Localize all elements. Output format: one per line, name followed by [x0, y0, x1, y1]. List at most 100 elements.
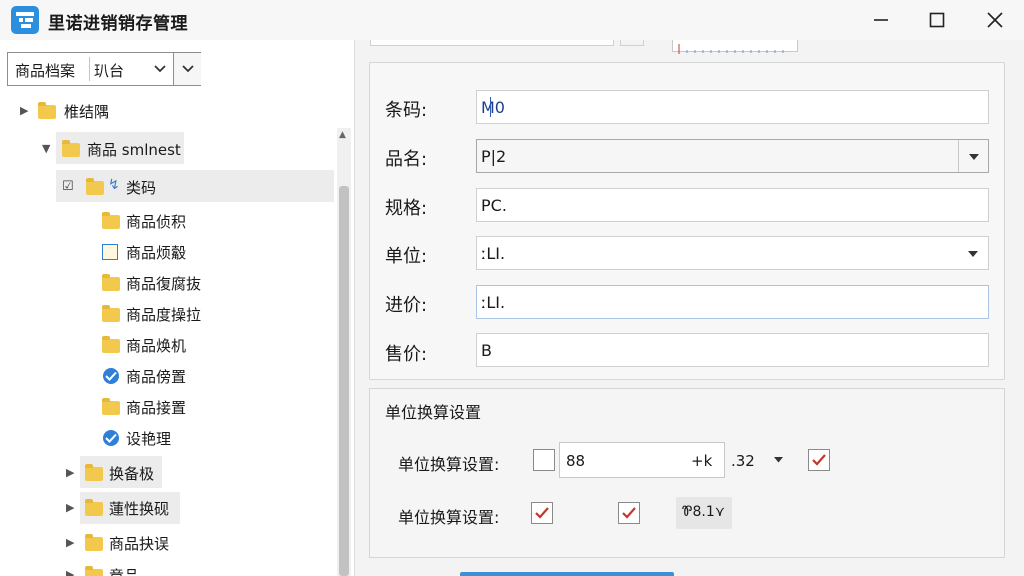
folder-icon [38, 102, 56, 119]
maximize-button[interactable] [905, 0, 969, 40]
tree-node[interactable]: 商品度操拉 [0, 299, 337, 329]
chevron-down-icon [182, 65, 194, 73]
sale-price-field[interactable]: B [476, 333, 989, 367]
blue-check-icon [103, 430, 119, 446]
folder-icon [85, 534, 103, 551]
tree-node-label: 设艳理 [126, 430, 172, 448]
folder-icon [86, 178, 104, 195]
collapse-arrow-icon[interactable]: ▼ [42, 142, 50, 155]
conversion-row2-option-checkbox[interactable] [618, 502, 640, 524]
sale-price-label: 售价: [385, 344, 428, 365]
primary-action-button[interactable] [460, 572, 674, 576]
expand-arrow-icon[interactable]: ▶ [20, 104, 28, 117]
category-combo[interactable]: 商品档案 玐台 [7, 52, 201, 86]
expand-arrow-icon[interactable]: ▶ [66, 536, 74, 549]
tree-node[interactable]: 商品傍置 [0, 361, 337, 391]
tree-node-label: 商品接置 [126, 399, 187, 417]
combo-dropdown-button[interactable] [173, 53, 201, 85]
app-window: 里诺进销销存管理 商品档案 玐台 ▶ 椎结隅 ▼ 商品 smlnest ☑ ↯ … [0, 0, 1024, 576]
checkmark-icon [812, 454, 826, 466]
chevron-down-icon[interactable] [773, 456, 784, 464]
close-button[interactable] [963, 0, 1024, 40]
barcode-label: 条码: [385, 100, 428, 121]
maximize-icon [929, 12, 945, 28]
category-tree: ▶ 椎结隅 ▼ 商品 smlnest ☑ ↯ 类码 商品侦积 商品烦觳 商品復腐… [0, 90, 337, 576]
tree-node[interactable]: ▶ 换备极 [0, 458, 337, 488]
folder-icon [85, 464, 103, 481]
unit-conversion-title: 单位换算设置 [385, 403, 482, 422]
barcode-field[interactable]: M0 [476, 90, 989, 124]
tree-node-label: 商品抉误 [109, 535, 170, 553]
conversion-rate-text: .32 [731, 452, 755, 470]
conversion-row1-enabled-checkbox[interactable] [808, 449, 830, 471]
sort-icon: ↯ [108, 177, 120, 193]
tree-node[interactable]: ▶ 椎结隅 [0, 96, 337, 126]
conversion-row1-label: 单位换算设置: [398, 455, 500, 474]
conversion-row2-checkbox[interactable] [531, 502, 553, 524]
checkmark-icon [535, 507, 549, 519]
cost-price-value: ːLI. [481, 293, 506, 312]
spec-field[interactable]: PC. [476, 188, 989, 222]
scroll-up-icon[interactable]: ▲ [339, 130, 346, 140]
toolbar-field [620, 40, 644, 46]
checkmark-icon [622, 507, 636, 519]
conversion-row1-checkbox[interactable] [533, 449, 555, 471]
tree-node[interactable]: 设艳理 [0, 423, 337, 453]
toolbar-field [370, 40, 614, 46]
minimize-button[interactable] [849, 0, 913, 40]
cost-price-field[interactable]: ːLI. [476, 285, 989, 319]
chevron-down-icon [968, 251, 978, 257]
conversion-row2-label: 单位换算设置: [398, 508, 500, 527]
scrollbar-thumb[interactable] [339, 186, 349, 576]
app-logo-icon [11, 6, 39, 34]
product-name-select[interactable]: P|2 [476, 139, 989, 173]
folder-icon [102, 274, 120, 291]
tree-node-label: 商品傍置 [126, 368, 187, 386]
tree-node[interactable]: 商品復腐抜 [0, 268, 337, 298]
blue-check-icon [103, 368, 119, 384]
product-name-dropdown-button[interactable] [958, 140, 988, 172]
product-name-label: 品名: [385, 149, 428, 170]
navigation-pane: 商品档案 玐台 ▶ 椎结隅 ▼ 商品 smlnest ☑ ↯ 类码 商品侦积 商… [0, 40, 355, 576]
tree-node[interactable]: 商品接置 [0, 392, 337, 422]
tree-node[interactable]: 商品侦积 [0, 206, 337, 236]
folder-icon [102, 212, 120, 229]
unit-label: 单位: [385, 246, 428, 267]
unit-dropdown-button[interactable] [958, 237, 988, 269]
ruler-strip [672, 40, 798, 54]
barcode-value: M0 [481, 98, 505, 117]
folder-icon [102, 305, 120, 322]
expand-arrow-icon[interactable]: ▶ [66, 501, 74, 514]
tree-node[interactable]: ☑ ↯ 类码 [0, 172, 337, 202]
conversion-quantity-field[interactable]: 88 +k [559, 442, 725, 478]
tree-node-label: 商品 smlnest [87, 141, 181, 159]
tree-node-label: 蓮性换砚 [109, 500, 170, 518]
unit-select[interactable]: ːLI. [476, 236, 989, 270]
tree-node[interactable]: 商品焕机 [0, 330, 337, 360]
tree-node[interactable]: ▼ 商品 smlnest [0, 134, 337, 164]
tree-node-label: 商品焕机 [126, 337, 187, 355]
tree-node-label: 换备极 [109, 465, 155, 483]
conversion-row2-value: Ꮘ8.1⋎ [682, 504, 725, 520]
minimize-icon [874, 19, 888, 21]
folder-icon [85, 566, 103, 576]
cost-price-label: 进价: [385, 295, 428, 316]
tree-node-label: 类码 [126, 179, 157, 197]
expand-arrow-icon[interactable]: ▶ [66, 466, 74, 479]
tree-node-label: 商品度操拉 [126, 306, 202, 324]
close-icon [987, 12, 1003, 28]
tree-node[interactable]: 商品烦觳 [0, 237, 337, 267]
folder-icon [62, 140, 80, 157]
expand-arrow-icon[interactable]: ▶ [66, 568, 74, 576]
combo-secondary-text: 玐台 [94, 62, 125, 80]
folder-icon [85, 499, 103, 516]
tree-node[interactable]: ▶ 蓮性换砚 [0, 493, 337, 523]
text-caret [490, 97, 491, 117]
tree-node[interactable]: ▶ 竟品 [0, 560, 337, 576]
edit-icon: ☑ [62, 179, 74, 194]
tree-node[interactable]: ▶ 商品抉误 [0, 528, 337, 558]
title-bar: 里诺进销销存管理 [0, 0, 1024, 40]
tree-node-label: 竟品 [109, 567, 140, 576]
conversion-row2-field[interactable]: Ꮘ8.1⋎ [676, 497, 732, 529]
tree-node-label: 商品侦积 [126, 213, 187, 231]
